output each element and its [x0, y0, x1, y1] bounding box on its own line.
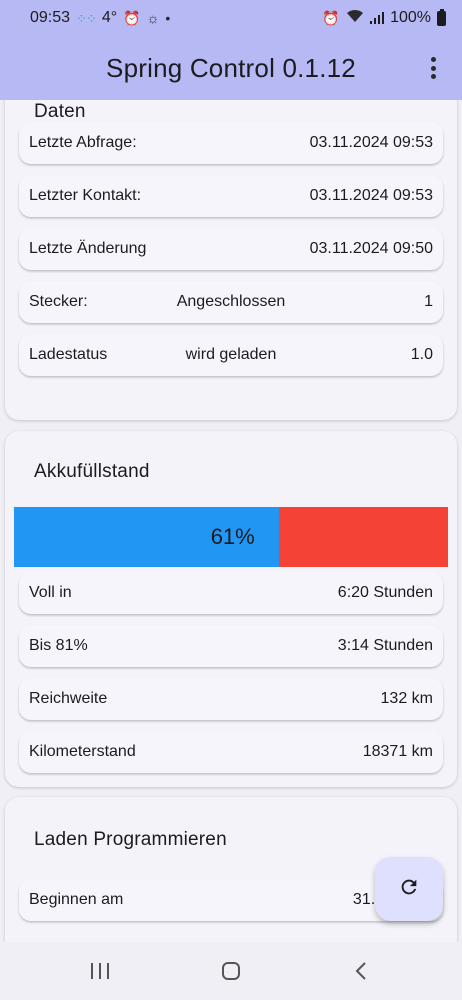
row-letzter-kontakt: Letzter Kontakt: 03.11.2024 09:53 — [19, 175, 443, 217]
app-bar: Spring Control 0.1.12 — [0, 40, 462, 96]
back-icon[interactable] — [341, 956, 381, 986]
signal-icon — [369, 12, 385, 24]
row-value: 3:14 Stunden — [337, 637, 433, 654]
battery-level-label: 61% — [210, 524, 255, 549]
alarm-icon: ⏰ — [123, 10, 141, 26]
home-icon[interactable] — [211, 956, 251, 986]
battery-level-fill: 61% — [14, 507, 279, 567]
row-label: Beginnen am — [29, 891, 124, 908]
battery-level-remaining — [278, 507, 448, 567]
laden-title: Laden Programmieren — [34, 829, 227, 850]
row-value: 132 km — [380, 690, 433, 707]
status-bar: 09:53 ⁘⁘ 4° ⏰ ☼ • ⏰ 100% — [0, 0, 462, 36]
row-label: Letzte Abfrage: — [29, 134, 137, 151]
wifi-icon — [346, 9, 364, 28]
refresh-button[interactable] — [375, 857, 443, 921]
akku-card: Akkufüllstand 61% Voll in 6:20 Stunden B… — [5, 431, 457, 787]
battery-level-bar: 61% — [14, 507, 448, 567]
row-label: Reichweite — [29, 690, 108, 707]
daten-title: Daten — [34, 101, 86, 122]
daten-card: Daten Letzte Abfrage: 03.11.2024 09:53 L… — [5, 100, 457, 420]
row-label: Letzter Kontakt: — [29, 187, 142, 204]
row-bis-81: Bis 81% 3:14 Stunden — [19, 625, 443, 667]
row-value: 03.11.2024 09:53 — [309, 187, 433, 204]
cloud-dots-icon: ⁘⁘ — [76, 10, 97, 26]
row-letzte-aenderung: Letzte Änderung 03.11.2024 09:50 — [19, 228, 443, 270]
row-label: Bis 81% — [29, 637, 88, 654]
row-value: 03.11.2024 09:53 — [309, 134, 433, 151]
row-label: Voll in — [29, 584, 72, 601]
recents-icon[interactable] — [80, 956, 120, 986]
system-nav-bar — [0, 942, 462, 1000]
row-value: 1 — [424, 293, 433, 310]
row-value: 03.11.2024 09:50 — [309, 240, 433, 257]
refresh-icon — [398, 876, 420, 903]
weather-icon: ☼ — [146, 10, 160, 26]
row-stecker: Stecker: Angeschlossen 1 — [19, 281, 443, 323]
top-bar: 09:53 ⁘⁘ 4° ⏰ ☼ • ⏰ 100% Spring Control … — [0, 0, 462, 100]
row-reichweite: Reichweite 132 km — [19, 678, 443, 720]
battery-icon — [437, 8, 446, 26]
row-label: Letzte Änderung — [29, 240, 147, 257]
row-ladestatus: Ladestatus wird geladen 1.0 — [19, 334, 443, 376]
row-label: Kilometerstand — [29, 743, 136, 760]
row-value: 1.0 — [410, 346, 433, 363]
row-label: Stecker: — [29, 293, 88, 310]
row-label: Ladestatus — [29, 346, 108, 363]
status-right: ⏰ 100% — [322, 8, 446, 28]
row-value: 6:20 Stunden — [337, 584, 433, 601]
row-kilometerstand: Kilometerstand 18371 km — [19, 731, 443, 773]
row-voll-in: Voll in 6:20 Stunden — [19, 572, 443, 614]
status-left: 09:53 ⁘⁘ 4° ⏰ ☼ • — [30, 9, 170, 27]
temperature: 4° — [101, 9, 118, 26]
app-title: Spring Control 0.1.12 — [106, 52, 356, 83]
row-value: 18371 km — [362, 743, 433, 760]
status-time: 09:53 — [30, 9, 71, 26]
dot-icon: • — [165, 10, 171, 26]
row-letzte-abfrage: Letzte Abfrage: 03.11.2024 09:53 — [19, 122, 443, 164]
content-area[interactable]: Daten Letzte Abfrage: 03.11.2024 09:53 L… — [0, 100, 462, 942]
akku-title: Akkufüllstand — [34, 461, 150, 482]
battery-percent: 100% — [390, 9, 431, 26]
alarm-icon: ⏰ — [322, 10, 340, 26]
more-vert-icon[interactable] — [418, 52, 448, 84]
